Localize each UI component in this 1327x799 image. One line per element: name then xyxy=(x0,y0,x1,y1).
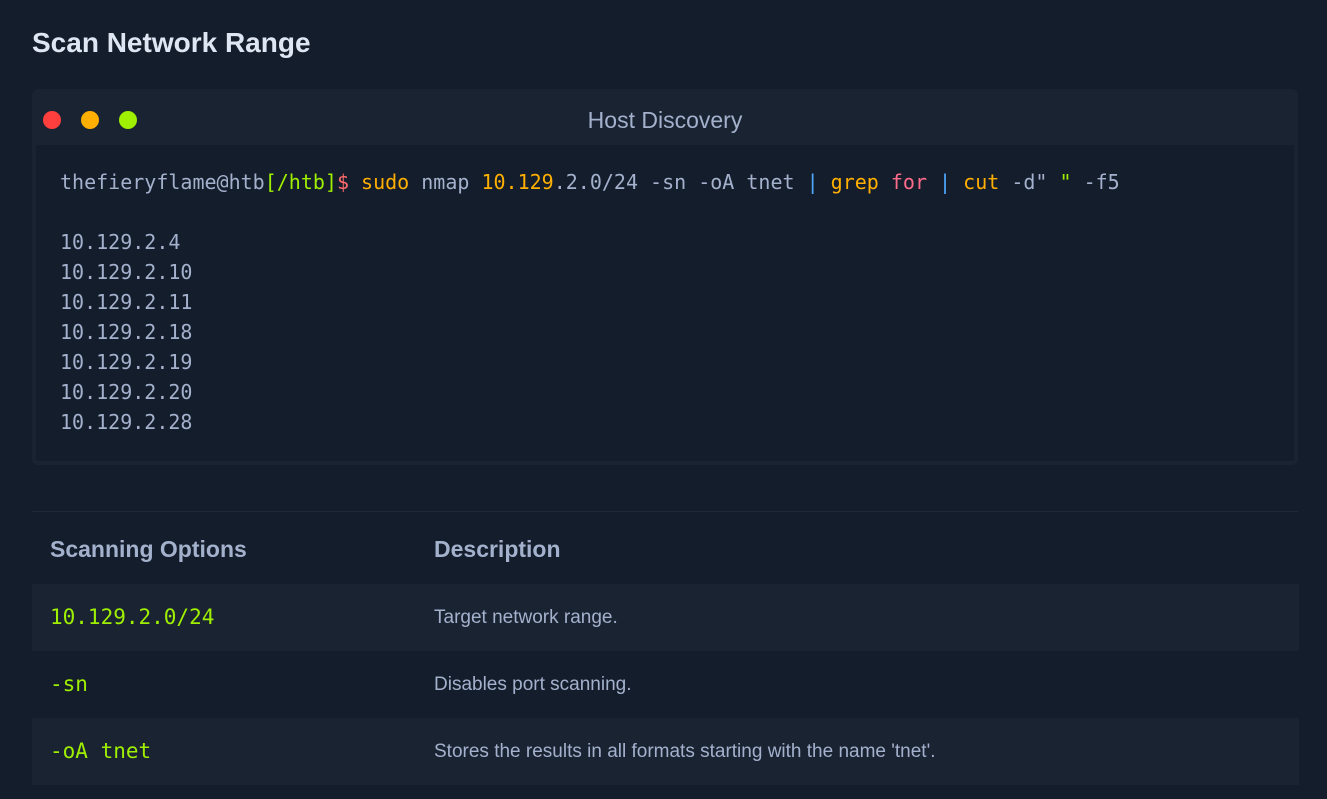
output-line: 10.129.2.11 xyxy=(60,290,193,314)
cmd-cut: cut xyxy=(951,170,1000,194)
cmd-sudo: sudo xyxy=(361,170,410,194)
description-cell: Disables port scanning. xyxy=(434,673,632,695)
option-cell: -oA tnet xyxy=(32,718,416,785)
option-code: 10.129.2.0/24 xyxy=(50,605,215,629)
command-line: thefieryflame@htb[/htb]$ sudo nmap 10.12… xyxy=(60,167,1270,197)
prompt-symbol: $ xyxy=(336,170,349,194)
cmd-ip-prefix: 10.129 xyxy=(481,170,554,194)
terminal-window: Host Discovery thefieryflame@htb[/htb]$ … xyxy=(32,89,1298,465)
header-scanning-options: Scanning Options xyxy=(50,536,247,562)
cmd-tool: nmap xyxy=(409,170,482,194)
header-description: Description xyxy=(434,536,561,562)
table-row: -sn Disables port scanning. xyxy=(32,651,1299,718)
cmd-pipe: | xyxy=(927,170,952,194)
output-line: 10.129.2.19 xyxy=(60,350,193,374)
description-cell: Target network range. xyxy=(416,584,1299,651)
table-header-row: Scanning Options Description xyxy=(32,515,1299,584)
option-cell: 10.129.2.0/24 xyxy=(32,584,416,651)
description-cell: Stores the results in all formats starti… xyxy=(416,718,1299,785)
cmd-pipe: | xyxy=(806,170,819,194)
option-cell: -sn xyxy=(32,651,416,718)
output-line: 10.129.2.4 xyxy=(60,230,181,254)
output-line: 10.129.2.20 xyxy=(60,380,193,404)
option-code: -sn xyxy=(50,672,88,696)
section-divider xyxy=(32,511,1298,512)
cmd-ip-rest: .2.0/24 -sn -oA tnet xyxy=(553,170,807,194)
table-row: -oA tnet Stores the results in all forma… xyxy=(32,718,1299,785)
output-line: 10.129.2.18 xyxy=(60,320,193,344)
option-code: -oA tnet xyxy=(50,739,152,763)
table-row: 10.129.2.0/24 Target network range. xyxy=(32,584,1299,651)
terminal-body[interactable]: thefieryflame@htb[/htb]$ sudo nmap 10.12… xyxy=(36,145,1294,461)
options-table: Scanning Options Description 10.129.2.0/… xyxy=(32,515,1299,785)
page-title: Scan Network Range xyxy=(32,27,311,58)
terminal-header: Host Discovery xyxy=(32,89,1298,145)
command-output: 10.129.2.4 10.129.2.10 10.129.2.11 10.12… xyxy=(60,227,1270,437)
cmd-cut-args: -d" xyxy=(999,170,1060,194)
cmd-cut-field: -f5 xyxy=(1071,170,1120,194)
cmd-grep: grep xyxy=(818,170,891,194)
prompt-user-host: thefieryflame@htb xyxy=(60,170,265,194)
cmd-grep-term: for xyxy=(890,170,928,194)
prompt-path: [/htb] xyxy=(264,170,337,194)
output-line: 10.129.2.28 xyxy=(60,410,193,434)
cmd-quote: " xyxy=(1059,170,1072,194)
output-line: 10.129.2.10 xyxy=(60,260,193,284)
terminal-title: Host Discovery xyxy=(587,107,743,133)
